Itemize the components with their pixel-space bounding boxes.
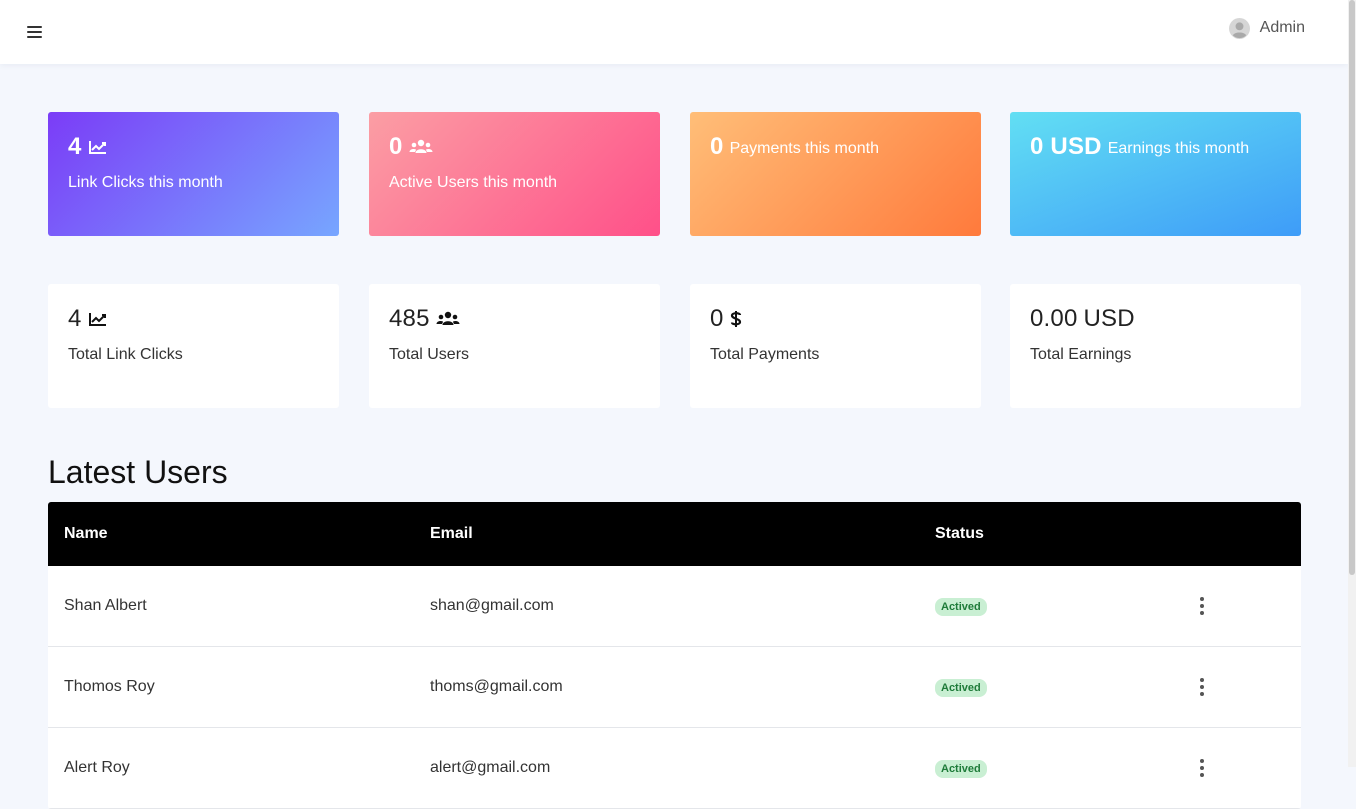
card-label: Link Clicks this month [68, 174, 223, 191]
user-name-cell: Shan Albert [64, 597, 147, 614]
column-header-name: Name [64, 525, 108, 542]
section-title-latest-users: Latest Users [48, 454, 228, 490]
card-value: 0 [389, 133, 403, 160]
card-value: 0 USD [1030, 133, 1102, 160]
card-total-earnings: 0.00 USD Total Earnings [1010, 284, 1301, 408]
user-menu[interactable]: Admin [1228, 16, 1305, 40]
card-value: 0 [710, 305, 724, 332]
top-bar: Admin [0, 0, 1348, 64]
card-value: 4 [68, 305, 82, 332]
card-link-clicks-month: 4 Link Clicks this month [48, 112, 339, 236]
card-value-currency: USD [1083, 305, 1135, 332]
table-header: Name Email Status [48, 502, 1301, 566]
user-name-cell: Thomos Roy [64, 678, 155, 695]
card-earnings-month: 0 USD Earnings this month [1010, 112, 1301, 236]
card-payments-month: 0 Payments this month [690, 112, 981, 236]
table-row: Thomos Roy thoms@gmail.com Actived [48, 647, 1301, 728]
card-label: Earnings this month [1107, 140, 1250, 157]
user-email-cell: shan@gmail.com [430, 597, 554, 614]
column-header-email: Email [430, 525, 473, 542]
hamburger-menu-icon[interactable] [27, 26, 42, 38]
more-options-icon[interactable] [1194, 676, 1210, 698]
status-badge: Actived [935, 597, 987, 616]
table-row: Shan Albert shan@gmail.com Actived [48, 566, 1301, 647]
latest-users-table: Name Email Status Shan Albert shan@gmail… [48, 502, 1301, 809]
user-name: Admin [1259, 19, 1305, 36]
card-label: Payments this month [729, 140, 879, 157]
status-badge: Actived [935, 759, 987, 778]
user-name-cell: Alert Roy [64, 759, 130, 776]
user-email-cell: alert@gmail.com [430, 759, 551, 776]
chart-line-icon [88, 141, 106, 154]
card-total-link-clicks: 4 Total Link Clicks [48, 284, 339, 408]
user-email-cell: thoms@gmail.com [430, 678, 563, 695]
users-icon [436, 311, 460, 325]
card-label: Total Users [389, 346, 470, 363]
dollar-icon [730, 311, 741, 327]
more-options-icon[interactable] [1194, 595, 1210, 617]
card-label: Active Users this month [389, 174, 558, 191]
card-label: Total Earnings [1030, 346, 1132, 363]
card-value: 4 [68, 133, 82, 160]
card-value-amount: 0.00 [1030, 305, 1078, 332]
column-header-status: Status [935, 525, 984, 542]
card-total-users: 485 Total Users [369, 284, 660, 408]
chart-line-icon [88, 313, 106, 326]
page-scrollbar[interactable] [1348, 0, 1356, 767]
users-icon [409, 139, 433, 153]
card-label: Total Link Clicks [68, 346, 183, 363]
card-total-payments: 0 Total Payments [690, 284, 981, 408]
card-value: 485 [389, 305, 430, 332]
status-badge: Actived [935, 678, 987, 697]
card-active-users-month: 0 Active Users this month [369, 112, 660, 236]
card-label: Total Payments [710, 346, 820, 363]
table-row: Alert Roy alert@gmail.com Actived [48, 728, 1301, 809]
scrollbar-thumb[interactable] [1349, 0, 1355, 575]
card-value: 0 [710, 133, 724, 160]
more-options-icon[interactable] [1194, 757, 1210, 779]
user-avatar-icon [1228, 17, 1250, 39]
